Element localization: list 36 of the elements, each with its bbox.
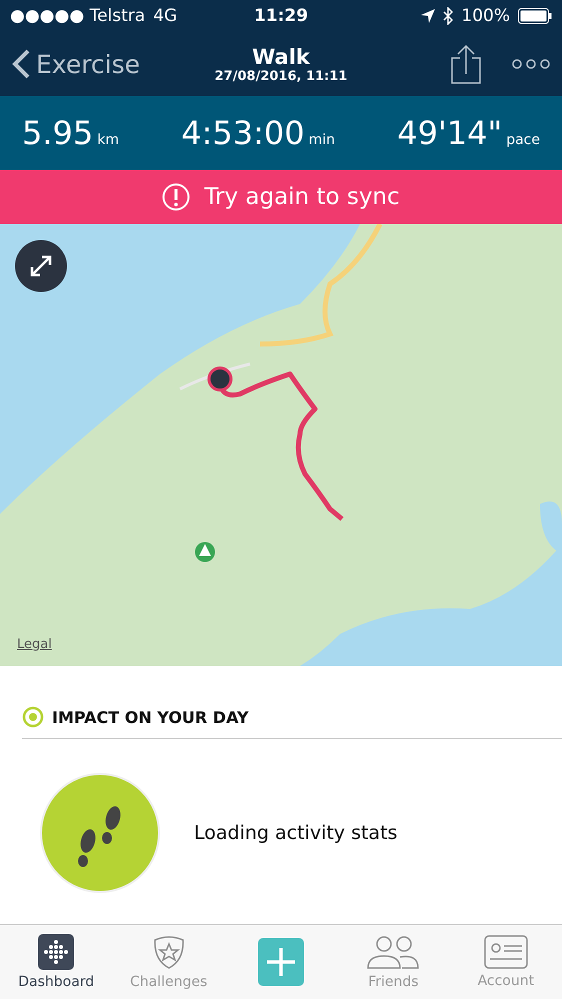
stat-value: 49'14" — [397, 114, 502, 152]
location-arrow-icon — [421, 9, 436, 23]
battery-text: 100% — [461, 6, 510, 26]
tab[interactable]: Account — [450, 925, 562, 999]
network-text: 4G — [153, 6, 178, 26]
alert-text: Try again to sync — [204, 184, 400, 210]
carrier-text: ●●●●● Telstra — [10, 6, 146, 26]
date-text: 27/08/2016, 11:11 — [214, 68, 348, 84]
back-button[interactable]: Exercise — [12, 49, 162, 79]
plus-icon — [258, 938, 304, 986]
stat-value: 4:53:00 — [181, 114, 305, 152]
people-icon — [366, 934, 420, 970]
stat-value: 5.95 — [22, 114, 94, 152]
id-card-icon — [484, 935, 528, 969]
stat-unit: pace — [506, 132, 540, 148]
loading-text: Loading activity stats — [194, 822, 398, 844]
share-button[interactable] — [450, 44, 482, 84]
dots-logo-icon — [38, 934, 74, 970]
chevron-left-icon — [12, 49, 30, 79]
tab[interactable]: Challenges — [112, 925, 225, 999]
expand-icon — [29, 254, 53, 278]
sync-alert-banner[interactable]: Try again to sync — [0, 170, 562, 224]
section-title: IMPACT ON YOUR DAY — [52, 708, 249, 726]
stat-unit: km — [97, 132, 119, 148]
exclamation-icon — [162, 183, 190, 211]
tab[interactable]: Friends — [337, 925, 450, 999]
legal-link[interactable]: Legal — [17, 637, 52, 652]
screen-title: Walk — [252, 44, 310, 68]
bluetooth-icon — [443, 7, 454, 25]
target-icon — [22, 706, 44, 728]
stat-unit: min — [308, 132, 336, 148]
clock-text: 11:29 — [254, 6, 308, 26]
battery-icon — [518, 8, 552, 24]
more-button[interactable] — [512, 58, 550, 70]
footprints-icon — [40, 773, 160, 893]
tab[interactable]: Dashboard — [0, 925, 112, 999]
